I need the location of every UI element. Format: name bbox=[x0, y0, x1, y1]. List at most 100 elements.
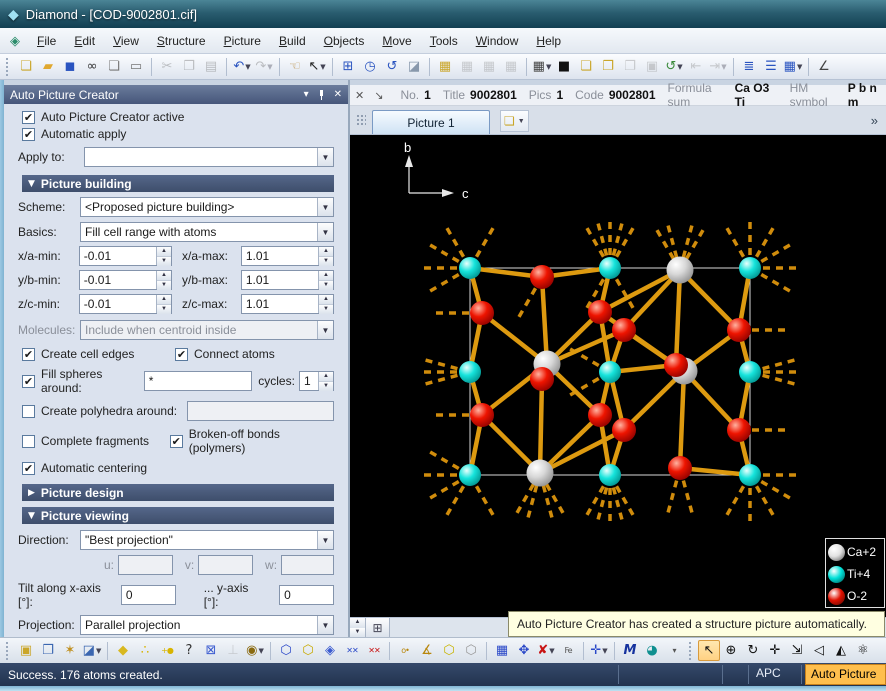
panel-header[interactable]: Auto Picture Creator ▾ ✕ bbox=[4, 85, 348, 104]
magic-wand-icon[interactable]: ✶ bbox=[59, 640, 81, 661]
split-view-icon[interactable]: ◪ bbox=[403, 56, 425, 77]
menu-item-edit[interactable]: Edit bbox=[65, 30, 104, 52]
checkbox-polyhedra[interactable] bbox=[22, 404, 35, 418]
menu-item-view[interactable]: View bbox=[104, 30, 148, 52]
measure-mode-icon[interactable]: M bbox=[619, 640, 641, 661]
fe-bond-icon[interactable]: Fe bbox=[557, 640, 579, 661]
angle-view-icon[interactable]: ∠ bbox=[813, 56, 835, 77]
toolbar-grip[interactable] bbox=[689, 641, 694, 660]
tilt-x-input[interactable]: 0 bbox=[120, 585, 176, 605]
center-structure-icon[interactable]: ✛ ▼ bbox=[588, 640, 610, 661]
table-view-icon[interactable]: ▦ ▼ bbox=[782, 56, 804, 77]
document-icon[interactable]: ◈ bbox=[10, 33, 20, 49]
print-icon[interactable]: ▭ bbox=[125, 56, 147, 77]
atom-query-icon[interactable]: ? bbox=[178, 640, 200, 661]
checkbox-complete-fragments[interactable] bbox=[22, 434, 35, 448]
measure-angle-icon[interactable]: ∡ bbox=[416, 640, 438, 661]
close-icon[interactable]: ✕ bbox=[334, 89, 342, 100]
rotate-free-icon[interactable]: ⊕ bbox=[720, 640, 742, 661]
history-icon[interactable]: ◷ bbox=[359, 56, 381, 77]
cycles-spinbox[interactable]: 1 ▲ ▼ bbox=[298, 371, 334, 391]
save-file-icon[interactable]: ◼ bbox=[59, 56, 81, 77]
pin-icon[interactable] bbox=[317, 89, 326, 100]
menu-item-build[interactable]: Build bbox=[270, 30, 315, 52]
checkbox-auto-apply[interactable]: ✔ bbox=[22, 127, 35, 141]
unit-cell-icon[interactable]: ▦ bbox=[491, 640, 513, 661]
new-file-icon[interactable]: ❏ bbox=[15, 56, 37, 77]
polygon-blue-icon[interactable]: ⬡ bbox=[275, 640, 297, 661]
toolbar-grip[interactable] bbox=[356, 114, 366, 126]
find-icon[interactable]: ∞ bbox=[81, 56, 103, 77]
checkbox-fill-spheres[interactable]: ✔ bbox=[22, 374, 35, 388]
basics-combobox[interactable]: Fill cell range with atoms ▼ bbox=[80, 222, 334, 242]
pointer-alt-icon[interactable]: ◁ bbox=[808, 640, 830, 661]
new-picture-icon[interactable]: ❏ bbox=[575, 56, 597, 77]
direction-combobox[interactable]: "Best projection" ▼ bbox=[80, 530, 334, 550]
menu-item-move[interactable]: Move bbox=[373, 30, 420, 52]
checkbox-automatic-centering[interactable]: ✔ bbox=[22, 461, 35, 475]
destroy-bonds-icon[interactable]: ✘ ▼ bbox=[535, 640, 557, 661]
translate-icon[interactable]: ✛ bbox=[764, 640, 786, 661]
lattice-red-icon[interactable]: ✕✕ bbox=[363, 640, 385, 661]
projection-combobox[interactable]: Parallel projection ▼ bbox=[80, 615, 334, 635]
picture-to-clipboard-icon[interactable]: ❐ bbox=[597, 56, 619, 77]
open-file-icon[interactable]: ▰ bbox=[37, 56, 59, 77]
section-picture-viewing[interactable]: ▼ Picture viewing bbox=[22, 507, 334, 524]
copy-view-icon[interactable]: ❐ bbox=[37, 640, 59, 661]
scheme-combobox[interactable]: <Proposed picture building> ▼ bbox=[80, 197, 334, 217]
yb-min-spinbox[interactable]: -0.01 ▲ ▼ bbox=[78, 270, 172, 290]
section-picture-building[interactable]: ▼ Picture building bbox=[22, 175, 334, 192]
structure-drawing-area[interactable]: bc Ca+2 Ti+4 O-2 bbox=[350, 135, 886, 617]
report-icon[interactable]: ≣ bbox=[738, 56, 760, 77]
auto-picture-mode-badge[interactable]: Auto Picture bbox=[805, 664, 886, 685]
tilt-tool-icon[interactable]: ◭ bbox=[830, 640, 852, 661]
new-picture-button[interactable]: ❏ ▼ bbox=[500, 110, 529, 132]
print-preview-icon[interactable]: ❏ bbox=[103, 56, 125, 77]
fill-spheres-input[interactable]: * bbox=[143, 371, 253, 391]
yb-max-spinbox[interactable]: 1.01 ▲ ▼ bbox=[240, 270, 334, 290]
ring-gray-icon[interactable]: ⬡ bbox=[460, 640, 482, 661]
orientation-icon[interactable]: ✥ bbox=[513, 640, 535, 661]
xa-min-spinbox[interactable]: -0.01 ▲ ▼ bbox=[78, 246, 172, 266]
rotate-z-icon[interactable]: ↻ bbox=[742, 640, 764, 661]
create-bond-icon[interactable]: o• bbox=[394, 640, 416, 661]
properties-icon[interactable]: ☰ bbox=[760, 56, 782, 77]
menu-item-picture[interactable]: Picture bbox=[215, 30, 270, 52]
navigation-pane-icon[interactable]: ⊞ bbox=[337, 56, 359, 77]
grid-options-icon[interactable]: ▦ ▼ bbox=[531, 56, 553, 77]
pan-icon[interactable]: ☜ bbox=[284, 56, 306, 77]
xa-max-spinbox[interactable]: 1.01 ▲ ▼ bbox=[240, 246, 334, 266]
menu-item-tools[interactable]: Tools bbox=[421, 30, 467, 52]
tilt-y-input[interactable]: 0 bbox=[279, 585, 334, 605]
polygon-yellow-icon[interactable]: ⬡ bbox=[297, 640, 319, 661]
viewer-icon[interactable]: ◪ ▼ bbox=[81, 640, 103, 661]
menu-item-structure[interactable]: Structure bbox=[148, 30, 215, 52]
crystal-structure-scene[interactable]: bc bbox=[350, 135, 886, 617]
zc-max-spinbox[interactable]: 1.01 ▲ ▼ bbox=[240, 294, 334, 314]
select-mode-icon[interactable]: ↖ ▼ bbox=[306, 56, 328, 77]
render-view-icon[interactable]: ◕ bbox=[641, 640, 663, 661]
polyhedra-icon[interactable]: ◈ bbox=[319, 640, 341, 661]
checkbox-broken-bonds[interactable]: ✔ bbox=[169, 434, 183, 448]
scale-tool-icon[interactable]: ⇲ bbox=[786, 640, 808, 661]
connect-atoms-icon[interactable]: ⊠ bbox=[200, 640, 222, 661]
structure-picture-icon[interactable]: ■ bbox=[553, 56, 575, 77]
panel-menu-icon[interactable]: ▾ bbox=[304, 89, 309, 100]
picture-mode-icon[interactable]: ▣ bbox=[15, 640, 37, 661]
ring-search-icon[interactable]: ⬡ bbox=[438, 640, 460, 661]
coordination-sphere-icon[interactable]: ◉ ▼ bbox=[244, 640, 266, 661]
checkbox-apc-active[interactable]: ✔ bbox=[22, 110, 35, 124]
eraser-icon[interactable]: ◆ bbox=[112, 640, 134, 661]
restore-view-icon[interactable]: ↺ bbox=[381, 56, 403, 77]
toolbar-options-icon[interactable]: ▾ bbox=[663, 640, 685, 661]
undo-icon[interactable]: ↶ ▼ bbox=[231, 56, 253, 77]
checkbox-cell-edges[interactable]: ✔ bbox=[22, 347, 35, 361]
menu-item-file[interactable]: File bbox=[28, 30, 65, 52]
apply-to-combobox[interactable]: ▼ bbox=[84, 147, 334, 167]
add-atom-icon[interactable]: +● bbox=[156, 640, 178, 661]
status-apc-indicator[interactable]: APC bbox=[756, 666, 781, 680]
close-document-icon[interactable]: ✕ bbox=[355, 89, 364, 102]
toolbar-grip[interactable] bbox=[6, 57, 11, 76]
section-picture-design[interactable]: ▶ Picture design bbox=[22, 484, 334, 501]
undock-icon[interactable]: ↘ bbox=[374, 89, 383, 102]
